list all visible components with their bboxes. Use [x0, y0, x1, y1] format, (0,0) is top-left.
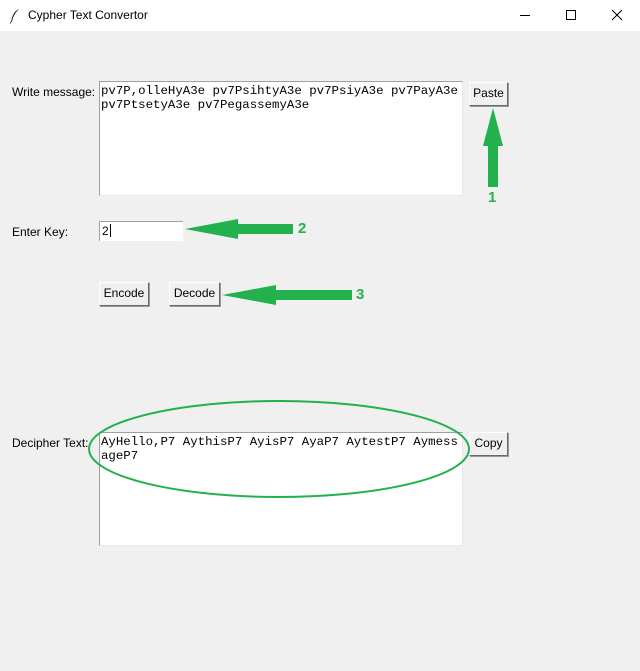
arrow-up-icon	[483, 108, 503, 187]
close-button[interactable]	[594, 0, 640, 31]
minimize-icon	[520, 15, 530, 16]
message-label: Write message:	[12, 85, 96, 99]
copy-button[interactable]: Copy	[469, 432, 508, 456]
minimize-button[interactable]	[502, 0, 548, 31]
step-label-2: 2	[298, 220, 307, 237]
decode-button[interactable]: Decode	[169, 282, 220, 306]
arrow-left-icon	[185, 219, 293, 239]
step-label-1: 1	[488, 189, 497, 206]
decipher-label: Decipher Text:	[12, 436, 89, 450]
feather-icon	[9, 9, 19, 24]
close-icon	[611, 9, 623, 21]
message-textarea[interactable]: pv7P,olleHyA3e pv7PsihtyA3e pv7PsiyA3e p…	[99, 81, 463, 196]
window-title: Cypher Text Convertor	[28, 8, 148, 22]
paste-button[interactable]: Paste	[469, 82, 508, 106]
decipher-textarea[interactable]: AyHello,P7 AythisP7 AyisP7 AyaP7 AytestP…	[99, 432, 463, 546]
key-input[interactable]: 2	[99, 221, 183, 241]
step-label-3: 3	[356, 286, 365, 303]
encode-button[interactable]: Encode	[99, 282, 149, 306]
maximize-button[interactable]	[548, 0, 594, 31]
key-label: Enter Key:	[12, 225, 69, 239]
text-caret	[109, 224, 111, 237]
title-bar: Cypher Text Convertor	[0, 0, 640, 31]
arrow-left-icon	[222, 285, 352, 305]
maximize-icon	[566, 10, 576, 20]
key-value: 2	[102, 224, 109, 238]
